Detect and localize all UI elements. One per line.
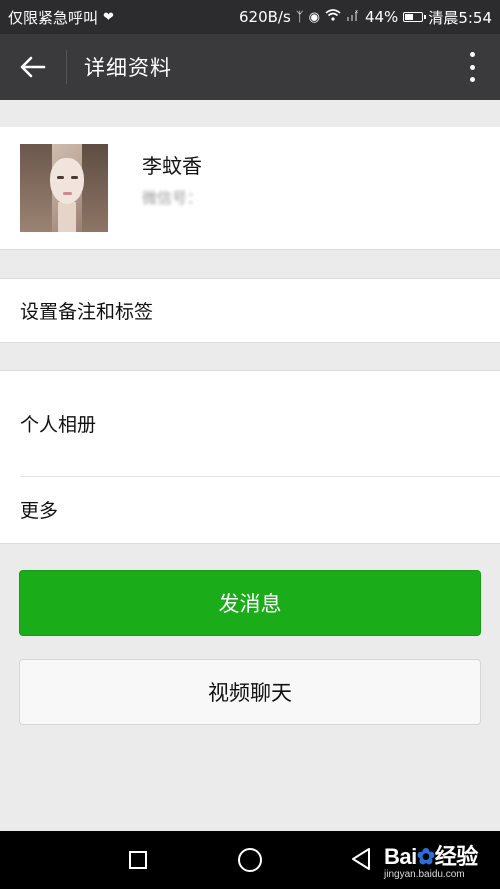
- more-label: 更多: [20, 499, 59, 522]
- profile-name: 李蚊香: [142, 154, 202, 178]
- status-left: 仅限紧急呼叫 ❤: [8, 7, 114, 28]
- watermark-brand: Bai: [384, 844, 417, 869]
- wifi-icon: [325, 9, 341, 25]
- more-row[interactable]: 更多: [0, 476, 500, 542]
- back-button[interactable]: [0, 34, 66, 100]
- watermark-brand-suffix: 经验: [434, 844, 479, 869]
- send-message-button[interactable]: 发消息: [19, 570, 481, 636]
- carrier-text: 仅限紧急呼叫: [8, 8, 99, 27]
- title-divider: [66, 50, 67, 84]
- remark-section: 设置备注和标签: [0, 278, 500, 343]
- baidu-jingyan-watermark: Bai✿经验 jingyan.baidu.com: [384, 839, 478, 880]
- signal-icon: x: [346, 9, 360, 25]
- screen: 仅限紧急呼叫 ❤ 620B/s ᛉ ◉ x 44% 清晨5:54 详细资料 李蚊…: [0, 0, 500, 889]
- eye-icon: ◉: [308, 9, 320, 25]
- more-options-button[interactable]: [462, 52, 482, 82]
- album-label: 个人相册: [20, 414, 97, 436]
- bluetooth-icon: ᛉ: [295, 9, 304, 25]
- status-right: 620B/s ᛉ ◉ x 44% 清晨5:54: [239, 7, 492, 28]
- svg-text:x: x: [355, 9, 358, 15]
- arrow-left-icon: [20, 56, 46, 78]
- paw-icon: ✿: [416, 844, 435, 869]
- remark-tags-row[interactable]: 设置备注和标签: [0, 279, 500, 342]
- battery-fill: [405, 14, 414, 20]
- wechat-id: 微信号：: [142, 189, 203, 207]
- net-speed: 620B/s: [239, 8, 291, 26]
- album-row[interactable]: 个人相册: [0, 371, 500, 476]
- title-bar: 详细资料: [0, 34, 500, 100]
- avatar[interactable]: [20, 144, 108, 232]
- page-title: 详细资料: [84, 56, 172, 80]
- battery-percent: 44%: [364, 8, 399, 26]
- recent-apps-icon[interactable]: [129, 851, 147, 869]
- home-icon[interactable]: [238, 848, 262, 872]
- info-section: 个人相册 更多: [0, 370, 500, 544]
- more-vertical-icon: [469, 52, 475, 57]
- remark-tags-label: 设置备注和标签: [20, 301, 154, 323]
- navigation-bar: Bai✿经验 jingyan.baidu.com: [0, 831, 500, 889]
- heart-rate-icon: ❤: [103, 9, 114, 25]
- clock: 清晨5:54: [428, 8, 492, 27]
- battery-icon: [403, 12, 427, 22]
- video-chat-button[interactable]: 视频聊天: [19, 659, 481, 725]
- watermark-url: jingyan.baidu.com: [384, 869, 465, 880]
- status-bar: 仅限紧急呼叫 ❤ 620B/s ᛉ ◉ x 44% 清晨5:54: [0, 0, 500, 34]
- nav-back-icon[interactable]: [350, 847, 372, 875]
